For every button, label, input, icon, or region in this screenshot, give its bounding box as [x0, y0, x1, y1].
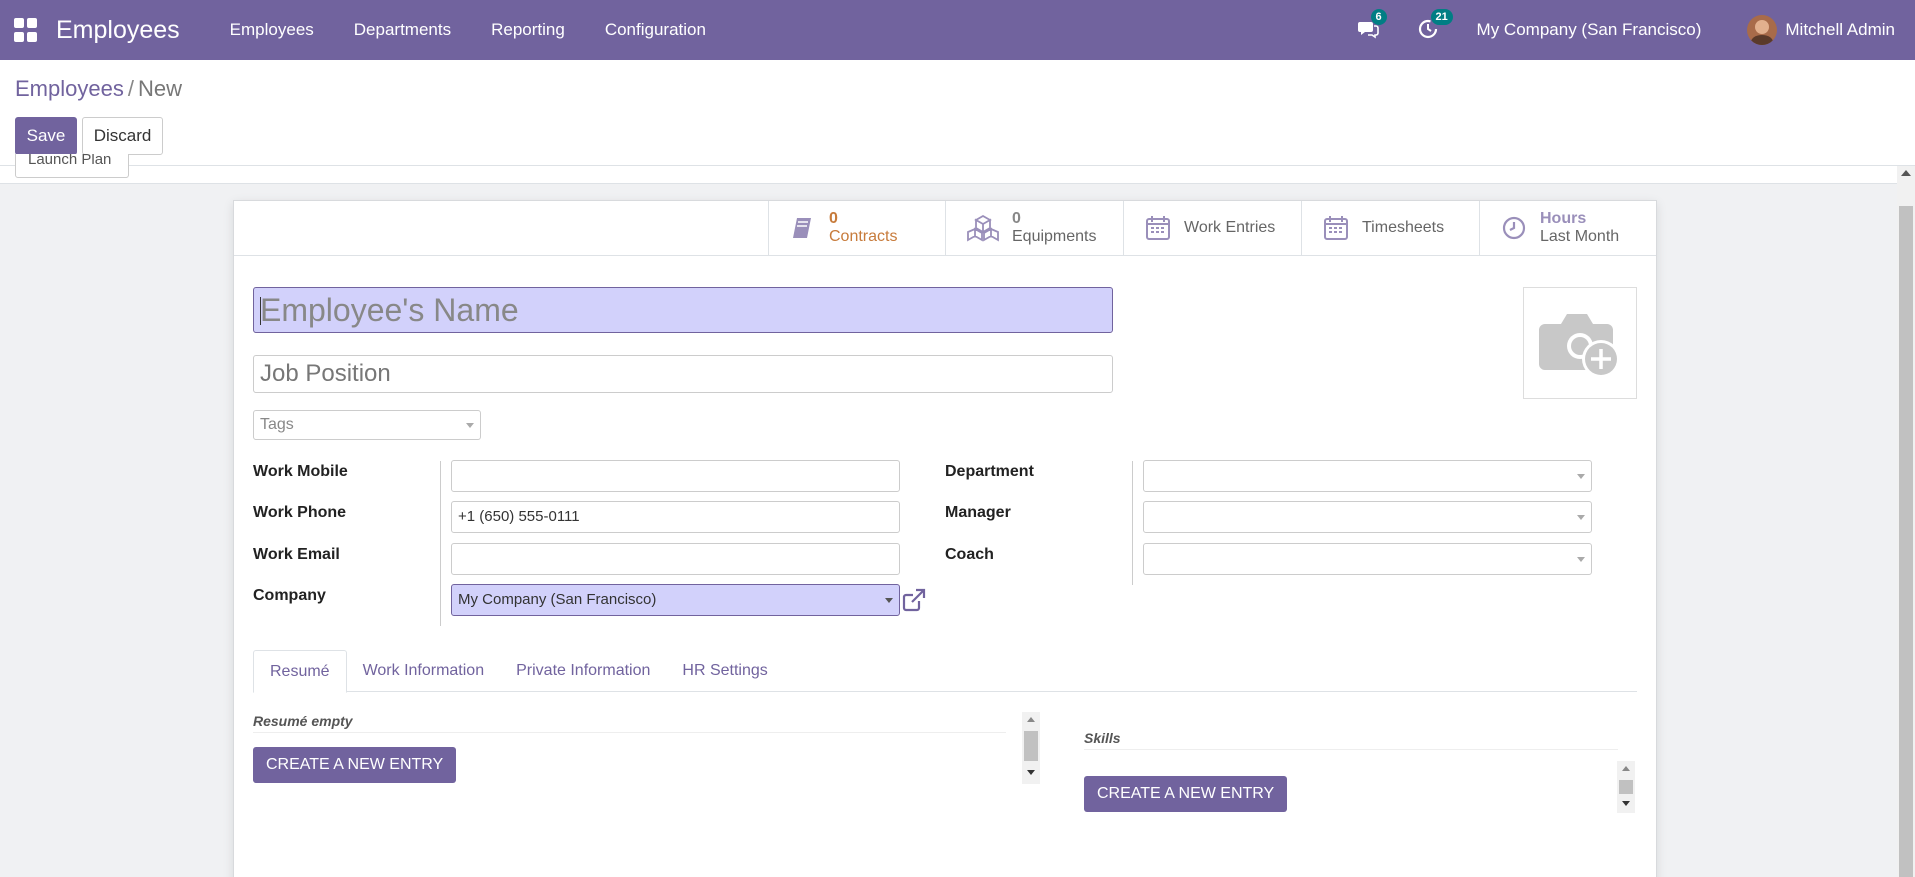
equipments-count: 0: [1012, 210, 1021, 227]
menu-reporting[interactable]: Reporting: [491, 20, 565, 40]
coach-label: Coach: [945, 546, 994, 563]
work-mobile-input[interactable]: [451, 460, 900, 492]
statusbar-strip: [0, 166, 1915, 184]
work-phone-input[interactable]: +1 (650) 555-0111: [451, 501, 900, 533]
tab-work-information[interactable]: Work Information: [347, 650, 501, 692]
launch-plan-button[interactable]: Launch Plan: [15, 154, 129, 178]
manager-label: Manager: [945, 504, 1011, 521]
resume-create-button[interactable]: CREATE A NEW ENTRY: [253, 747, 457, 783]
scroll-thumb[interactable]: [1899, 206, 1913, 877]
breadcrumb-employees[interactable]: Employees: [15, 76, 124, 101]
scroll-up-arrow[interactable]: [1901, 170, 1911, 176]
manager-select[interactable]: [1143, 501, 1592, 533]
activities-icon[interactable]: 21: [1417, 9, 1453, 42]
notebook-tabs: Resumé Work Information Private Informat…: [253, 650, 1637, 693]
calendar-icon: [1146, 216, 1170, 240]
company-label: Company: [253, 587, 326, 604]
breadcrumb-current: New: [137, 76, 182, 101]
menu-employees[interactable]: Employees: [230, 20, 314, 40]
discard-button[interactable]: Discard: [82, 117, 163, 155]
work-email-label: Work Email: [253, 546, 340, 563]
chevron-down-icon: [466, 423, 474, 428]
book-icon: [793, 218, 811, 238]
app-name[interactable]: Employees: [56, 16, 180, 45]
breadcrumb: Employees / New: [15, 76, 182, 102]
save-button[interactable]: Save: [15, 117, 77, 155]
contracts-count: 0: [829, 210, 838, 227]
external-link-icon[interactable]: [901, 587, 927, 613]
chevron-down-icon: [1577, 557, 1585, 562]
equipments-smart-button[interactable]: 0 Equipments: [945, 201, 1123, 255]
contracts-label: Contracts: [829, 228, 898, 245]
clock-icon: [1502, 216, 1526, 240]
work-mobile-label: Work Mobile: [253, 463, 348, 480]
scroll-up-arrow[interactable]: [1622, 766, 1630, 771]
company-select[interactable]: My Company (San Francisco): [451, 584, 900, 616]
skills-scrollbar[interactable]: [1617, 761, 1635, 813]
navbar-systray: 6 21 My Company (San Francisco) Mitchell…: [1357, 0, 1915, 60]
job-position-input[interactable]: Job Position: [253, 355, 1113, 393]
equipments-label: Equipments: [1012, 228, 1097, 245]
work-email-input[interactable]: [451, 543, 900, 575]
calendar-icon: [1324, 216, 1348, 240]
employee-photo-upload[interactable]: [1523, 287, 1637, 399]
apps-menu-icon[interactable]: [14, 18, 38, 42]
hours-label: Last Month: [1540, 228, 1620, 245]
messages-badge: 6: [1370, 9, 1387, 25]
employee-name-input[interactable]: Employee's Name: [253, 287, 1113, 333]
contracts-smart-button[interactable]: 0 Contracts: [768, 201, 946, 255]
chevron-down-icon: [1577, 474, 1585, 479]
scroll-up-arrow[interactable]: [1027, 717, 1035, 722]
tags-input[interactable]: Tags: [253, 410, 481, 440]
field-divider: [440, 461, 441, 626]
tab-hr-settings[interactable]: HR Settings: [666, 650, 783, 692]
avatar: [1747, 15, 1778, 45]
control-panel: Employees / New Save Discard: [0, 60, 1915, 166]
user-name: Mitchell Admin: [1785, 20, 1895, 39]
section-divider: [253, 732, 1006, 733]
menu-configuration[interactable]: Configuration: [605, 20, 706, 40]
user-menu[interactable]: Mitchell Admin: [1747, 15, 1895, 45]
timesheets-smart-button[interactable]: Timesheets: [1301, 201, 1479, 255]
top-navbar: Employees Employees Departments Reportin…: [0, 0, 1915, 60]
work-phone-label: Work Phone: [253, 504, 347, 521]
scroll-thumb[interactable]: [1024, 731, 1038, 761]
company-value: My Company (San Francisco): [458, 591, 657, 608]
activities-badge: 21: [1430, 9, 1453, 25]
tab-resume[interactable]: Resumé: [253, 650, 347, 693]
cubes-icon: [967, 214, 999, 242]
work-entries-smart-button[interactable]: Work Entries: [1123, 201, 1301, 255]
chevron-down-icon: [1577, 515, 1585, 520]
hours-smart-button[interactable]: Hours Last Month: [1479, 201, 1657, 255]
timesheets-label: Timesheets: [1362, 219, 1445, 236]
resume-scrollbar[interactable]: [1022, 712, 1040, 784]
chevron-down-icon: [885, 598, 893, 603]
tab-private-information[interactable]: Private Information: [500, 650, 666, 692]
skills-title: Skills: [1084, 730, 1121, 746]
company-switcher[interactable]: My Company (San Francisco): [1477, 20, 1702, 40]
menu-departments[interactable]: Departments: [354, 20, 451, 40]
page-scrollbar[interactable]: [1897, 166, 1915, 877]
field-divider: [1132, 461, 1133, 585]
department-label: Department: [945, 463, 1034, 480]
scroll-down-arrow[interactable]: [1622, 801, 1630, 806]
tags-placeholder: Tags: [260, 416, 294, 433]
hours-value: Hours: [1540, 210, 1587, 227]
form-sheet: 0 Contracts 0 Equipments Work Entries Ti…: [233, 200, 1657, 877]
breadcrumb-separator: /: [127, 76, 134, 101]
coach-select[interactable]: [1143, 543, 1592, 575]
scroll-down-arrow[interactable]: [1027, 770, 1035, 775]
camera-plus-icon: [1539, 314, 1620, 378]
department-select[interactable]: [1143, 460, 1592, 492]
skills-create-button[interactable]: CREATE A NEW ENTRY: [1084, 776, 1288, 812]
messages-icon[interactable]: 6: [1357, 9, 1387, 42]
smart-button-box: 0 Contracts 0 Equipments Work Entries Ti…: [234, 201, 1656, 256]
resume-empty-label: Resumé empty: [253, 713, 353, 729]
scroll-thumb[interactable]: [1619, 780, 1633, 794]
work-entries-label: Work Entries: [1184, 219, 1276, 236]
section-divider: [1084, 749, 1618, 750]
